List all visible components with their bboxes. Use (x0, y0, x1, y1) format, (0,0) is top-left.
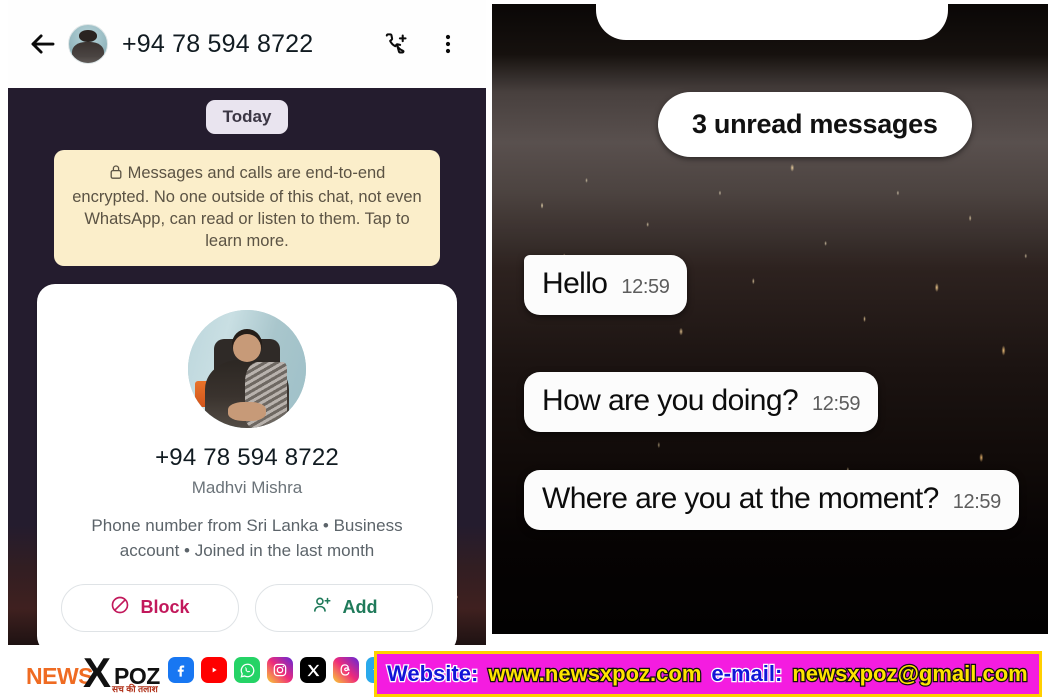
avatar[interactable] (68, 24, 108, 64)
message-text: Where are you at the moment? (542, 482, 939, 515)
screenshot-root: +94 78 594 8722 Today Messages and calls… (0, 0, 1050, 700)
phone-add-icon[interactable] (382, 30, 410, 58)
chat-header: +94 78 594 8722 (8, 0, 486, 88)
message-time: 12:59 (621, 276, 670, 298)
add-button[interactable]: Add (255, 583, 433, 632)
whatsapp-chat-screen: +94 78 594 8722 Today Messages and calls… (8, 0, 486, 645)
whatsapp-icon[interactable] (234, 657, 260, 683)
message-bubble[interactable]: Where are you at the moment? 12:59 (524, 470, 1019, 530)
header-actions (382, 30, 468, 58)
day-divider: Today (205, 100, 289, 134)
back-arrow-icon[interactable] (26, 27, 60, 61)
block-button[interactable]: Block (61, 583, 239, 632)
contact-meta: Phone number from Sri Lanka • Business a… (91, 516, 403, 561)
branding-footer: NEWS X POZ सच की तलाश Website: www.newsx… (0, 648, 1050, 700)
message-time: 12:59 (812, 393, 861, 415)
overflow-menu-icon[interactable] (434, 30, 462, 58)
add-button-label: Add (342, 597, 378, 618)
website-value[interactable]: www.newsxpoz.com (487, 660, 703, 688)
contact-number: +94 78 594 8722 (155, 444, 339, 472)
message-bubble[interactable]: Hello 12:59 (524, 255, 688, 315)
threads-icon[interactable] (333, 657, 359, 683)
profile-photo[interactable] (188, 310, 306, 429)
chat-body: Today Messages and calls are end-to-end … (8, 88, 486, 645)
night-chat-screen: 3 unread messages Hello 12:59 How are yo… (492, 4, 1048, 634)
add-person-icon (311, 595, 333, 620)
encryption-notice[interactable]: Messages and calls are end-to-end encryp… (54, 150, 440, 267)
unread-banner[interactable]: 3 unread messages (658, 92, 972, 157)
contact-card: +94 78 594 8722 Madhvi Mishra Phone numb… (37, 284, 457, 645)
contact-card-actions: Block Add (57, 583, 437, 632)
website-label: Website: (386, 660, 480, 688)
youtube-icon[interactable] (201, 657, 227, 683)
logo-tagline: सच की तलाश (112, 684, 158, 694)
email-label: e-mail: (710, 660, 783, 688)
block-button-label: Block (140, 597, 190, 618)
contact-name: Madhvi Mishra (191, 478, 303, 498)
page-title[interactable]: +94 78 594 8722 (122, 30, 313, 59)
message-text: How are you doing? (542, 384, 799, 417)
instagram-icon[interactable] (267, 657, 293, 683)
message-text: Hello (542, 267, 608, 300)
logo-part-x: X (83, 649, 112, 696)
top-notch-overlay (596, 4, 948, 40)
block-icon (110, 595, 130, 620)
facebook-icon[interactable] (168, 657, 194, 683)
message-time: 12:59 (952, 491, 1001, 513)
encryption-notice-text: Messages and calls are end-to-end encryp… (72, 164, 422, 251)
message-bubble[interactable]: How are you doing? 12:59 (524, 372, 879, 432)
email-value[interactable]: newsxpoz@gmail.com (791, 660, 1029, 688)
x-twitter-icon[interactable] (300, 657, 326, 683)
newsxpoz-logo: NEWS X POZ सच की तलाश (26, 649, 166, 696)
social-links (168, 657, 392, 683)
contact-info-strip: Website: www.newsxpoz.com e-mail: newsxp… (374, 651, 1042, 697)
lock-icon (109, 164, 123, 186)
